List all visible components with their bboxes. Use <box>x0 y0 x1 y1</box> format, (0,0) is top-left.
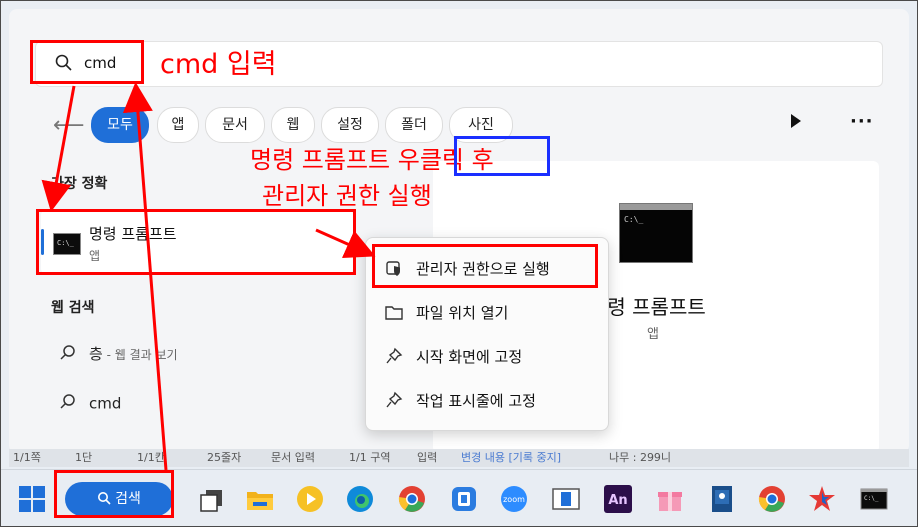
annotation-arrows <box>41 82 376 471</box>
